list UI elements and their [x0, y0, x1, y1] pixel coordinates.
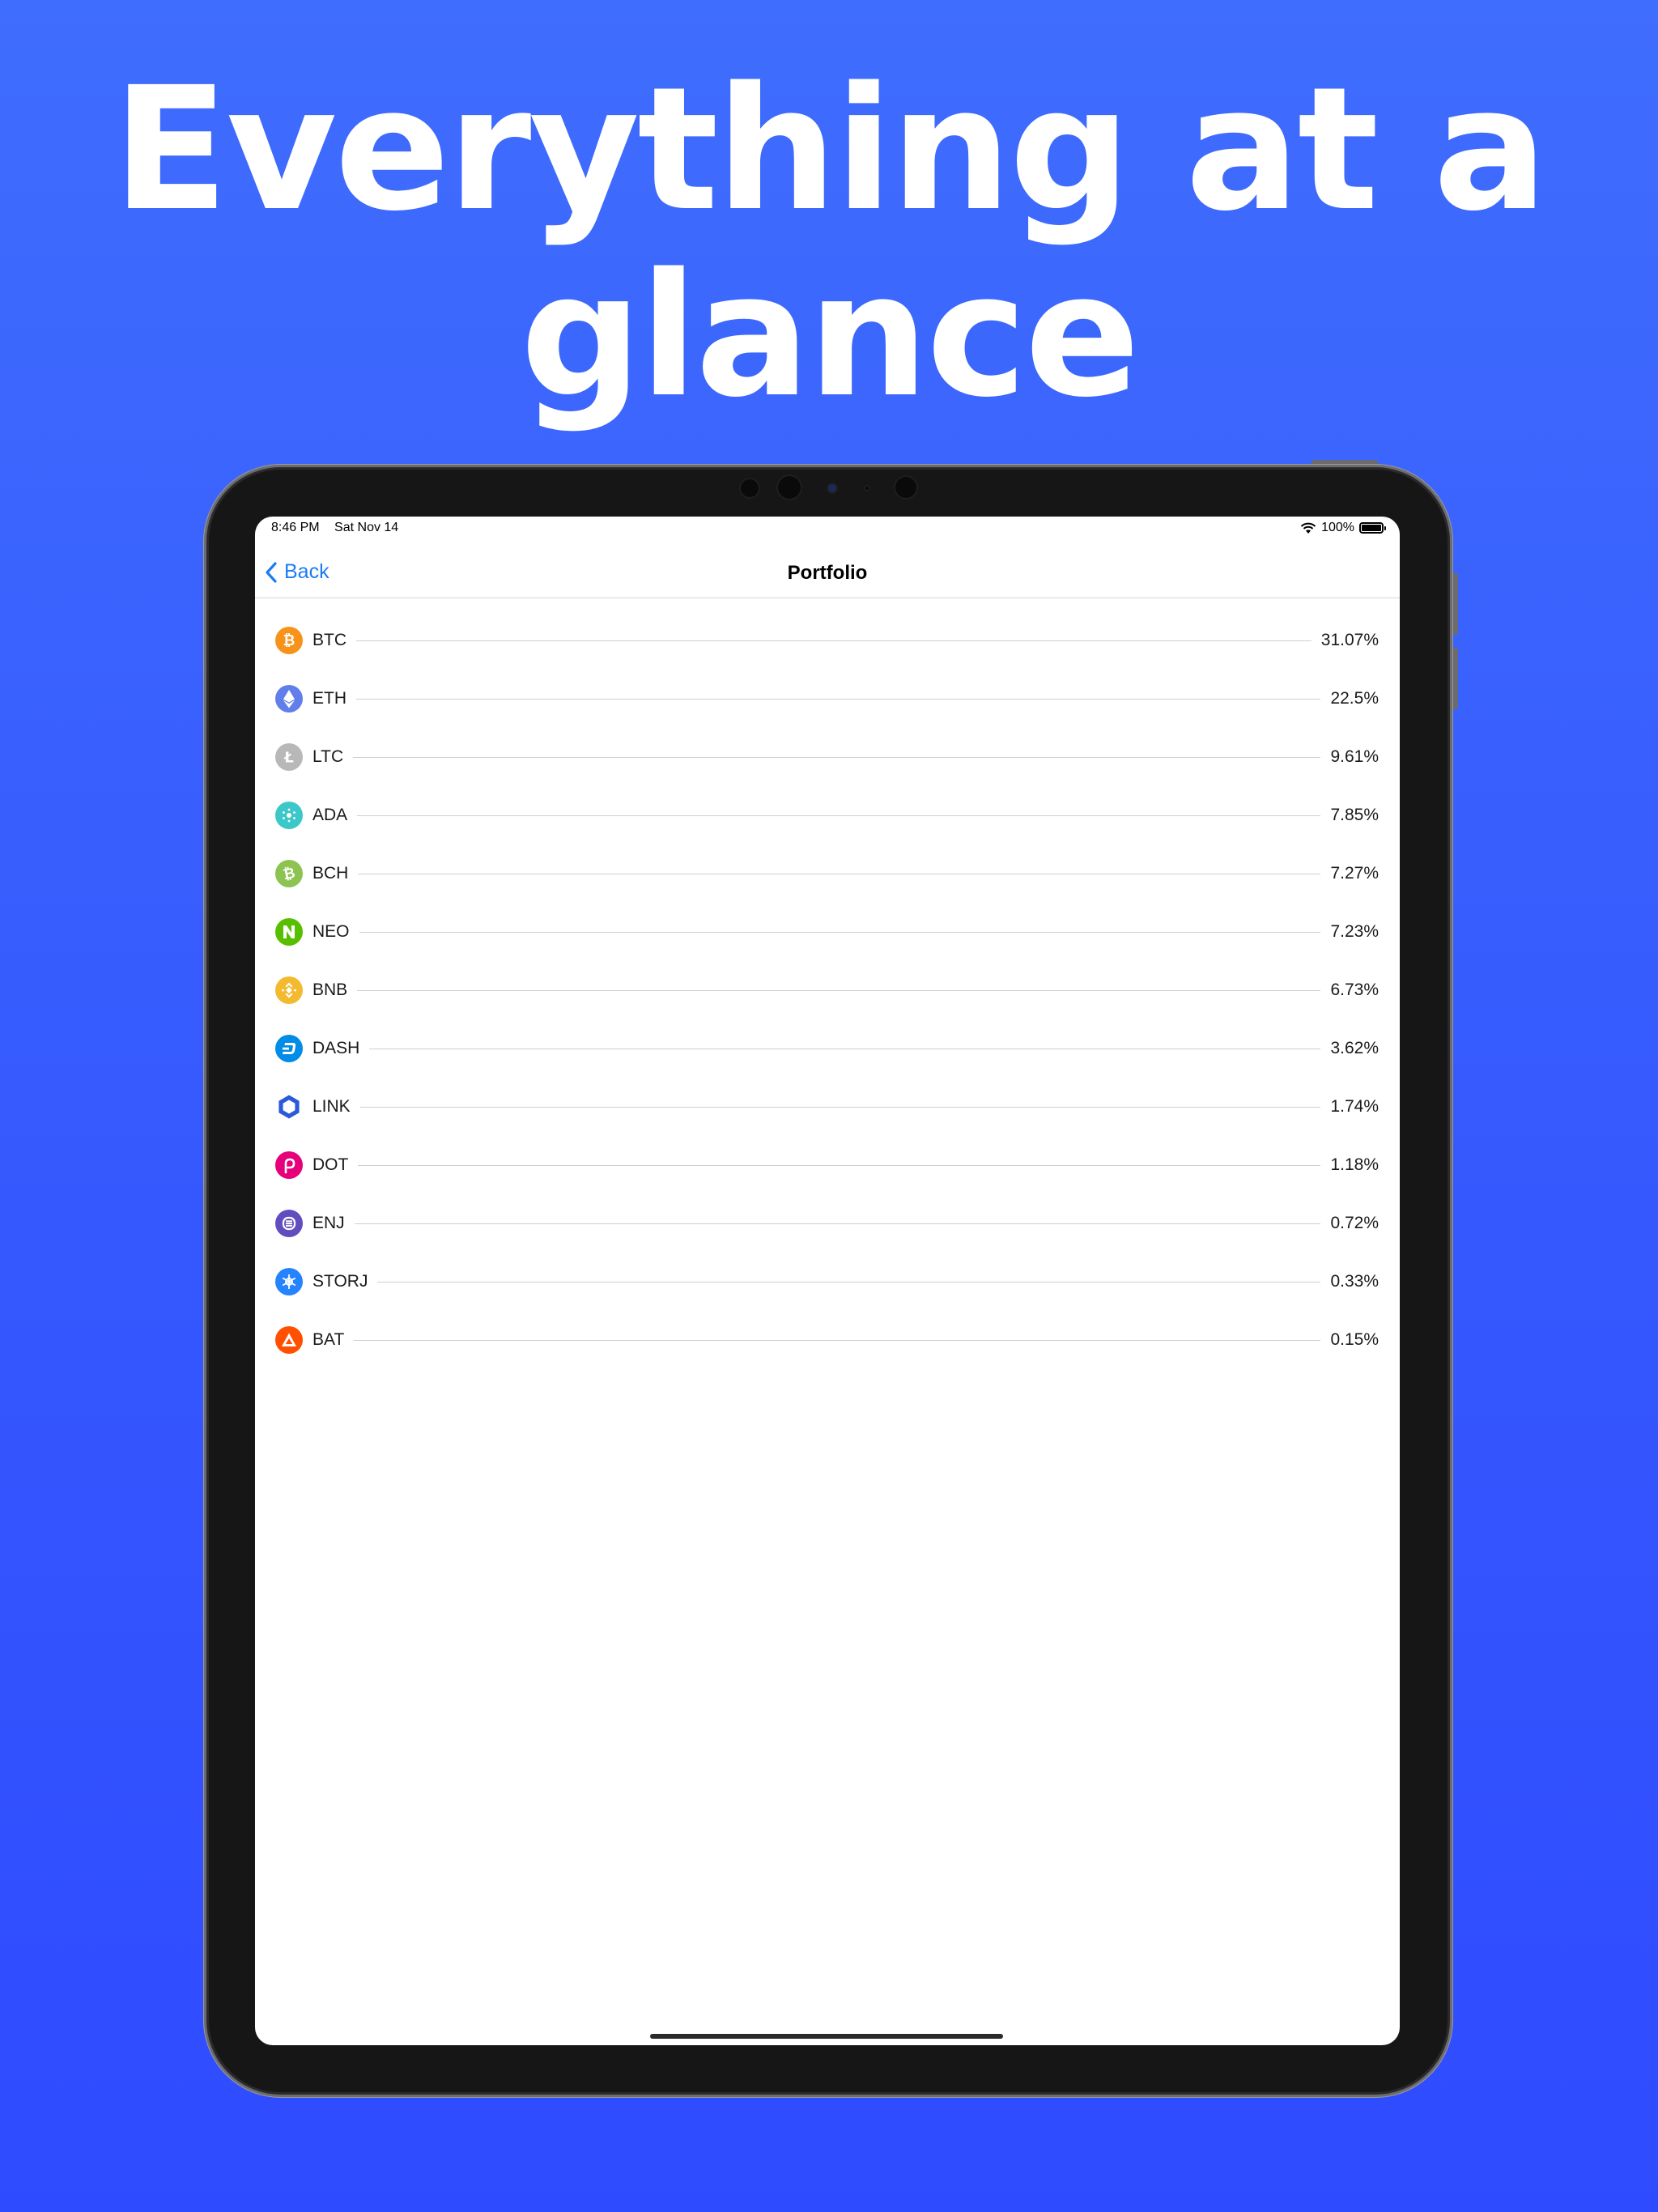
page-title: Portfolio	[787, 562, 868, 584]
bitcoin-cash-icon: ₿	[275, 860, 303, 887]
battery-percent: 100%	[1321, 521, 1354, 534]
coin-percentage: 31.07%	[1320, 631, 1379, 649]
headline: Everything at a glance	[0, 57, 1658, 429]
leader-line	[357, 815, 1321, 816]
dash-icon	[275, 1035, 303, 1062]
portfolio-list: ₿ BTC 31.07% ETH 22.5% Ł LTC 9.61% ADA 7.85% ₿ BCH 7…	[255, 611, 1400, 1369]
list-item[interactable]: ENJ 0.72%	[255, 1194, 1400, 1253]
list-item[interactable]: STORJ 0.33%	[255, 1253, 1400, 1311]
camera-lens	[778, 476, 801, 499]
list-item[interactable]: ETH 22.5%	[255, 670, 1400, 728]
leader-line	[357, 989, 1321, 991]
headline-line-1: Everything at a	[113, 50, 1548, 249]
leader-line	[356, 640, 1312, 641]
ethereum-icon	[275, 685, 303, 713]
status-right: 100%	[1300, 521, 1386, 535]
leader-line	[356, 698, 1321, 700]
camera-sensor	[741, 479, 759, 497]
leader-line	[359, 931, 1321, 933]
coin-symbol: STORJ	[312, 1272, 368, 1291]
list-item[interactable]: Ł LTC 9.61%	[255, 728, 1400, 786]
binance-icon	[275, 976, 303, 1004]
home-indicator[interactable]	[650, 2034, 1003, 2039]
neo-icon	[275, 918, 303, 946]
coin-symbol: ADA	[312, 806, 348, 824]
list-item[interactable]: DOT 1.18%	[255, 1136, 1400, 1194]
leader-line	[354, 1339, 1321, 1341]
leader-line	[359, 1106, 1321, 1108]
cardano-icon	[275, 802, 303, 829]
coin-symbol: DOT	[312, 1155, 349, 1174]
coin-percentage: 0.72%	[1330, 1214, 1379, 1232]
app-screen: 8:46 PM Sat Nov 14 100% Back Portfolio ₿…	[255, 517, 1400, 2045]
list-item[interactable]: DASH 3.62%	[255, 1019, 1400, 1078]
coin-percentage: 3.62%	[1330, 1039, 1379, 1057]
litecoin-icon: Ł	[275, 743, 303, 771]
list-item[interactable]: NEO 7.23%	[255, 903, 1400, 961]
coin-percentage: 9.61%	[1330, 747, 1379, 766]
list-item[interactable]: ADA 7.85%	[255, 786, 1400, 844]
coin-percentage: 0.15%	[1330, 1330, 1379, 1349]
coin-symbol: LTC	[312, 747, 344, 766]
bat-icon	[275, 1326, 303, 1354]
coin-percentage: 7.27%	[1330, 864, 1379, 883]
svg-text:Ł: Ł	[283, 750, 294, 767]
coin-symbol: BNB	[312, 981, 348, 999]
leader-line	[353, 756, 1321, 758]
list-item[interactable]: BAT 0.15%	[255, 1311, 1400, 1369]
proximity-sensor	[895, 477, 916, 498]
camera-dot	[828, 484, 836, 492]
coin-symbol: LINK	[312, 1097, 351, 1116]
status-left: 8:46 PM Sat Nov 14	[271, 521, 410, 535]
wifi-icon	[1300, 522, 1316, 534]
status-bar: 8:46 PM Sat Nov 14 100%	[271, 517, 1386, 539]
headline-line-2: glance	[520, 236, 1140, 435]
volume-down-button	[1452, 648, 1458, 709]
volume-up-button	[1452, 573, 1458, 635]
storj-icon	[275, 1268, 303, 1295]
status-date: Sat Nov 14	[334, 521, 399, 534]
list-item[interactable]: ₿ BCH 7.27%	[255, 844, 1400, 903]
leader-line	[358, 1164, 1321, 1166]
coin-percentage: 22.5%	[1330, 689, 1379, 708]
coin-percentage: 0.33%	[1330, 1272, 1379, 1291]
bitcoin-icon: ₿	[275, 627, 303, 654]
leader-line	[377, 1281, 1321, 1283]
list-item[interactable]: ₿ BTC 31.07%	[255, 611, 1400, 670]
coin-percentage: 7.85%	[1330, 806, 1379, 824]
coin-percentage: 6.73%	[1330, 981, 1379, 999]
status-time: 8:46 PM	[271, 521, 320, 534]
chainlink-icon	[275, 1093, 303, 1121]
ambient-sensor	[865, 487, 869, 490]
coin-percentage: 7.23%	[1330, 922, 1379, 941]
battery-icon	[1359, 522, 1386, 534]
enjin-icon	[275, 1210, 303, 1237]
svg-text:₿: ₿	[283, 632, 295, 649]
navigation-bar: Back Portfolio	[255, 549, 1400, 598]
coin-symbol: BCH	[312, 864, 349, 883]
coin-percentage: 1.74%	[1330, 1097, 1379, 1116]
leader-line	[354, 1223, 1321, 1224]
coin-symbol: ETH	[312, 689, 346, 708]
coin-symbol: ENJ	[312, 1214, 345, 1232]
coin-symbol: DASH	[312, 1039, 360, 1057]
list-item[interactable]: LINK 1.74%	[255, 1078, 1400, 1136]
coin-symbol: BAT	[312, 1330, 345, 1349]
coin-symbol: BTC	[312, 631, 346, 649]
list-item[interactable]: BNB 6.73%	[255, 961, 1400, 1019]
coin-percentage: 1.18%	[1330, 1155, 1379, 1174]
polkadot-icon	[275, 1151, 303, 1179]
coin-symbol: NEO	[312, 922, 350, 941]
